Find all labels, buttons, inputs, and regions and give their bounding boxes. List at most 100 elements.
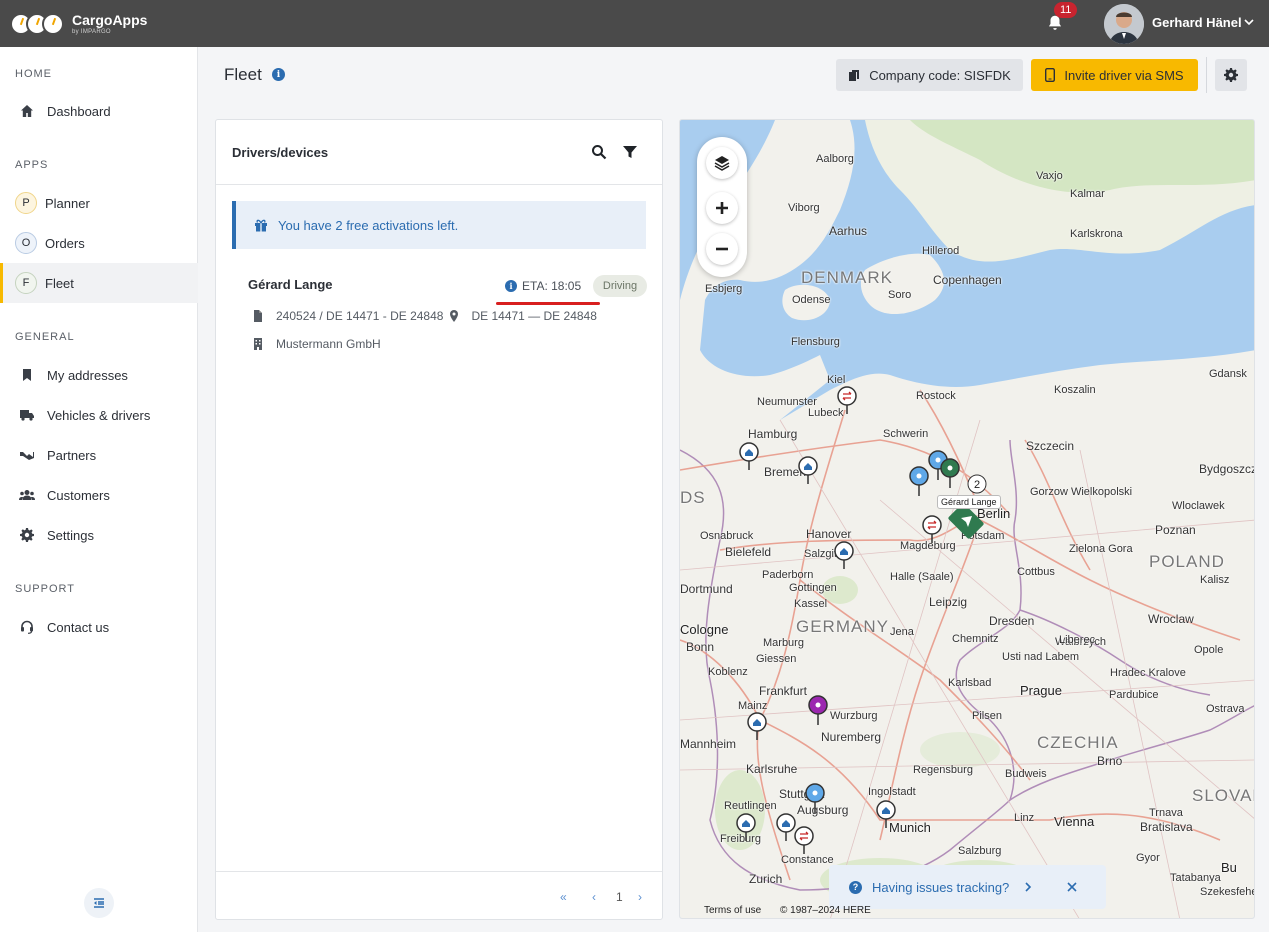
info-icon[interactable]: i [272,68,285,81]
map-marker[interactable] [794,826,814,854]
page-title: Fleet [224,65,262,84]
sidebar-item-settings[interactable]: Settings [0,515,198,555]
map-marker[interactable] [940,458,960,488]
map-cluster-marker[interactable]: 2 [967,474,987,494]
orders-app-icon: O [15,232,37,254]
building-icon [254,338,262,350]
app-logo[interactable]: CargoApps by IMPARGO [10,11,148,35]
section-title-support: SUPPORT [15,583,75,595]
notification-badge: 11 [1054,2,1078,18]
copyright-text: © 1987–2024 HERE [780,905,871,916]
user-name[interactable]: Gerhard Hänel [1152,15,1242,30]
info-icon: i [505,280,517,292]
fleet-map[interactable]: DENMARKGERMANYPOLANDCZECHIASLOVAKDSAalbo… [679,119,1255,919]
copy-icon [849,69,860,81]
map-marker[interactable] [747,712,767,740]
prev-page-button[interactable]: ‹ [592,890,596,904]
gear-icon [17,525,37,545]
close-icon[interactable] [1067,882,1077,892]
sidebar-item-label: Orders [45,235,85,251]
map-marker[interactable] [776,813,796,841]
map-marker[interactable] [909,466,929,496]
sidebar-item-contact-us[interactable]: Contact us [0,607,198,647]
map-marker[interactable] [739,442,759,470]
eta-text: ETA: 18:05 [522,279,582,293]
tracking-help-banner[interactable]: ? Having issues tracking? [829,865,1106,909]
home-icon [17,101,37,121]
invite-label: Invite driver via SMS [1064,67,1184,83]
sidebar-item-vehicles-drivers[interactable]: Vehicles & drivers [0,395,198,435]
company-row: Mustermann GmbH [252,337,381,351]
logo-mark-icon [10,12,64,35]
phone-icon [1045,68,1056,82]
tracking-help-text: Having issues tracking? [872,879,1010,895]
company-code-button[interactable]: Company code: SISFDK [836,59,1023,91]
sidebar-item-label: Planner [45,195,90,211]
driver-name[interactable]: Gérard Lange [248,277,333,292]
top-bar: CargoApps by IMPARGO 11 Gerhard Hänel [0,0,1269,47]
question-icon: ? [849,880,862,894]
fleet-app-icon: F [15,272,37,294]
map-marker[interactable] [837,386,857,414]
map-markers-layer: 2 [736,386,987,854]
map-marker[interactable] [808,695,828,725]
section-title-apps: APPS [15,159,49,171]
sidebar-item-partners[interactable]: Partners [0,435,198,475]
terms-of-use-link[interactable]: Terms of use [704,905,761,916]
eta[interactable]: i ETA: 18:05 [505,279,581,293]
search-icon[interactable] [591,144,607,160]
sidebar-item-fleet[interactable]: F Fleet [0,263,198,303]
section-title-general: GENERAL [15,331,75,343]
handshake-icon [17,445,37,465]
chevron-right-icon [1025,882,1032,892]
map-marker[interactable] [736,813,756,841]
document-icon [254,310,262,322]
sidebar-item-label: Customers [47,487,110,503]
sidebar-item-label: Dashboard [47,103,111,119]
fleet-settings-button[interactable] [1215,59,1247,91]
sidebar-item-orders[interactable]: O Orders [0,223,198,263]
headset-icon [17,617,37,637]
bookmark-icon [17,365,37,385]
sidebar-item-planner[interactable]: P Planner [0,183,198,223]
map-marker[interactable] [922,515,942,543]
map-marker[interactable] [805,783,825,813]
filter-icon[interactable] [622,144,638,160]
avatar[interactable] [1104,4,1144,44]
sidebar-item-label: Fleet [45,275,74,291]
company-code-label: Company code: SISFDK [869,67,1011,83]
drivers-panel: Drivers/devices You have 2 free activati… [215,119,663,920]
brand-title: CargoApps [72,11,148,28]
sidebar: HOME Dashboard APPS P Planner O Orders F… [0,47,198,932]
sidebar-item-my-addresses[interactable]: My addresses [0,355,198,395]
map-attribution: Terms of use © 1987–2024 HERE [704,905,887,916]
map-marker[interactable] [798,456,818,484]
first-page-button[interactable]: « [560,890,567,904]
gift-icon [255,219,267,232]
route: DE 14471 — DE 24848 [471,309,597,323]
notice-text: You have 2 free activations left. [278,217,459,233]
chevron-down-icon[interactable] [1243,16,1255,31]
header-divider [1206,57,1207,93]
activations-notice: You have 2 free activations left. [232,201,646,249]
gear-icon [1224,68,1238,82]
collapse-icon [94,898,104,908]
sidebar-item-dashboard[interactable]: Dashboard [0,91,198,131]
driver-pin-label[interactable]: Gérard Lange [937,495,1001,509]
company-name: Mustermann GmbH [276,337,381,351]
order-row: 240524 / DE 14471 - DE 24848 DE 14471 — … [252,309,597,323]
cluster-count: 2 [974,479,980,491]
panel-title: Drivers/devices [232,145,329,160]
eta-highlight-underline [496,302,600,305]
collapse-sidebar-button[interactable] [84,888,114,918]
status-badge: Driving [593,275,647,297]
truck-icon [17,405,37,425]
invite-driver-button[interactable]: Invite driver via SMS [1031,59,1198,91]
planner-app-icon: P [15,192,37,214]
next-page-button[interactable]: › [638,890,642,904]
map-marker[interactable] [834,541,854,569]
map-marker[interactable] [876,800,896,828]
sidebar-item-label: Vehicles & drivers [47,407,151,423]
sidebar-item-customers[interactable]: Customers [0,475,198,515]
sidebar-item-label: My addresses [47,367,128,383]
